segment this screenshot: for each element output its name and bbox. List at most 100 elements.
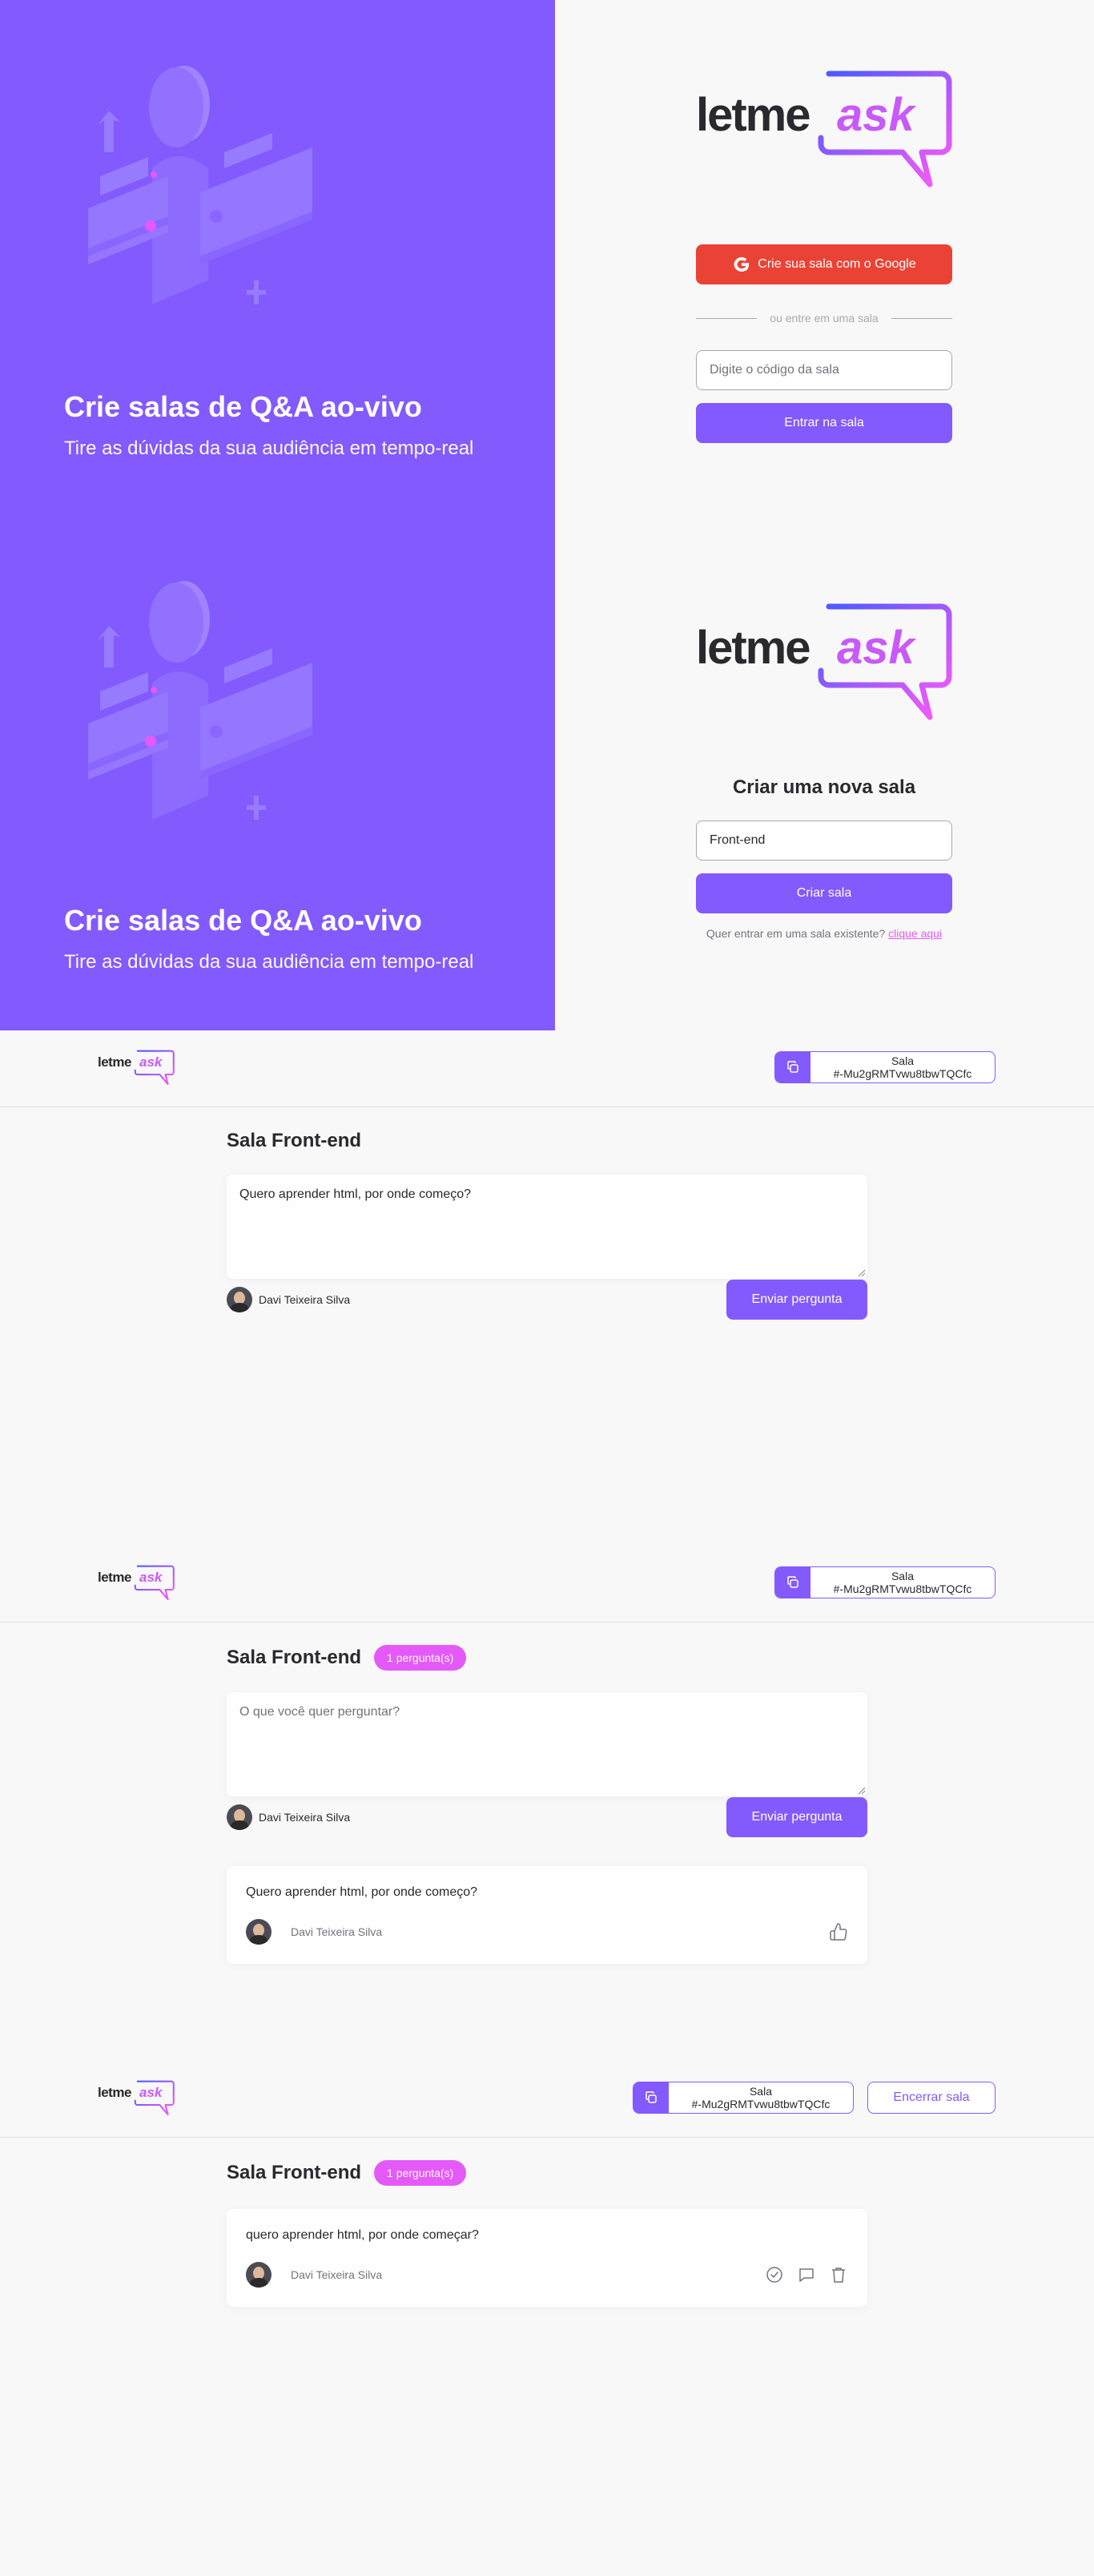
room-header: letme ask Sala #-Mu2gRMTvwu8tbwTQCfc	[0, 1546, 1094, 1623]
logo-word-ask: ask	[837, 622, 915, 674]
room-code-placeholder: Digite o código da sala	[710, 363, 839, 377]
illustration	[64, 571, 328, 876]
google-create-button[interactable]: Crie sua sala com o Google	[696, 244, 952, 284]
close-room-button[interactable]: Encerrar sala	[867, 2082, 995, 2114]
user-name: Davi Teixeira Silva	[259, 1811, 351, 1824]
question-textarea-placeholder: O que você quer perguntar?	[239, 1705, 400, 1719]
logo-word-ask: ask	[139, 1054, 163, 1070]
separator-line-right	[891, 317, 952, 319]
question-footer: Davi Teixeira Silva	[246, 1919, 848, 1945]
separator: ou entre em uma sala	[696, 308, 952, 328]
logo-word-ask: ask	[139, 2085, 163, 2100]
logo-small: letme ask	[98, 2078, 175, 2118]
room-header: letme ask Sala #-Mu2gRMTvwu8tbwTQCfc	[0, 1030, 1094, 1107]
hero-title: Crie salas de Q&A ao-vivo	[64, 904, 422, 937]
room-code-label: Sala	[891, 1570, 914, 1582]
room-code-value: #-Mu2gRMTvwu8tbwTQCfc	[833, 1582, 972, 1595]
resize-handle-icon[interactable]	[856, 1785, 866, 1795]
thumbs-up-icon[interactable]	[829, 1922, 848, 1941]
question-author: Davi Teixeira Silva	[246, 1919, 382, 1945]
hero-subtitle: Tire as dúvidas da sua audiência em temp…	[64, 951, 474, 973]
question-author: Davi Teixeira Silva	[246, 2262, 382, 2288]
room-title-row: Sala Front-end 1 pergunta(s)	[227, 1645, 467, 1671]
logo: letme ask	[696, 603, 952, 724]
illustration	[64, 56, 328, 361]
google-button-label: Crie sua sala com o Google	[758, 257, 916, 271]
send-question-button[interactable]: Enviar pergunta	[726, 1797, 867, 1837]
join-room-button[interactable]: Entrar na sala	[696, 403, 952, 443]
create-room-button[interactable]: Criar sala	[696, 873, 952, 913]
room-code-label: Sala	[891, 1054, 914, 1067]
home-screen: Crie salas de Q&A ao-vivo Tire as dúvida…	[0, 0, 1094, 515]
logo-word-ask: ask	[837, 89, 915, 141]
room-code-value: #-Mu2gRMTvwu8tbwTQCfc	[833, 1067, 972, 1080]
hero-aside: Crie salas de Q&A ao-vivo Tire as dúvida…	[0, 515, 555, 1030]
new-room-screen: Crie salas de Q&A ao-vivo Tire as dúvida…	[0, 515, 1094, 1030]
separator-label: ou entre em uma sala	[770, 312, 879, 325]
existing-room-link[interactable]: clique aqui	[888, 927, 942, 940]
google-icon	[734, 257, 750, 272]
hero-title: Crie salas de Q&A ao-vivo	[64, 390, 422, 423]
avatar	[246, 1919, 271, 1945]
question-footer: Davi Teixeira Silva	[246, 2262, 848, 2288]
hero-subtitle: Tire as dúvidas da sua audiência em temp…	[64, 437, 474, 459]
room-code-button[interactable]: Sala #-Mu2gRMTvwu8tbwTQCfc	[774, 1566, 995, 1598]
room-screen-typing: letme ask Sala #-Mu2gRMTvwu8tbwTQCfc Sala…	[0, 1030, 1094, 1546]
question-card: Quero aprender html, por onde começo? Da…	[227, 1866, 867, 1964]
create-room-label: Criar sala	[796, 886, 852, 900]
room-code-text: Sala #-Mu2gRMTvwu8tbwTQCfc	[810, 1052, 995, 1082]
join-room-label: Entrar na sala	[784, 416, 864, 429]
question-text: quero aprender html, por onde começar?	[246, 2228, 479, 2242]
hero-aside: Crie salas de Q&A ao-vivo Tire as dúvida…	[0, 0, 555, 515]
logo: letme ask	[696, 71, 952, 191]
room-title: Sala Front-end	[227, 2162, 362, 2183]
send-question-button[interactable]: Enviar pergunta	[726, 1280, 867, 1320]
logo-word-letme: letme	[696, 622, 811, 674]
room-title-row: Sala Front-end 1 pergunta(s)	[227, 2160, 467, 2186]
logo-word-letme: letme	[696, 89, 811, 141]
question-actions	[829, 1922, 848, 1941]
question-card: quero aprender html, por onde começar? D…	[227, 2209, 867, 2307]
room-title: Sala Front-end	[227, 1647, 362, 1668]
existing-room-hint: Quer entrar em uma sala existente? cliqu…	[696, 927, 952, 940]
question-textarea[interactable]: Quero aprender html, por onde começo?	[227, 1175, 867, 1279]
avatar	[246, 2262, 271, 2288]
user-name: Davi Teixeira Silva	[259, 1293, 351, 1306]
home-main: letme ask Crie sua sala com o Google ou …	[555, 0, 1094, 515]
trash-icon[interactable]	[829, 2265, 848, 2284]
logo-word-letme: letme	[98, 1054, 131, 1070]
check-circle-icon[interactable]	[765, 2265, 784, 2284]
logo-word-ask: ask	[139, 1570, 163, 1585]
resize-handle-icon[interactable]	[856, 1268, 866, 1277]
separator-line-left	[696, 317, 758, 319]
question-count-badge: 1 pergunta(s)	[374, 1645, 467, 1671]
existing-room-text: Quer entrar em uma sala existente?	[706, 927, 886, 940]
send-question-label: Enviar pergunta	[751, 1292, 843, 1306]
room-code-button[interactable]: Sala #-Mu2gRMTvwu8tbwTQCfc	[633, 2082, 854, 2114]
room-code-label: Sala	[749, 2085, 772, 2098]
room-code-input[interactable]: Digite o código da sala	[696, 350, 952, 390]
logo-small: letme ask	[98, 1048, 175, 1088]
question-text: Quero aprender html, por onde começo?	[246, 1885, 478, 1899]
question-author-name: Davi Teixeira Silva	[291, 1925, 383, 1938]
room-title-row: Sala Front-end	[227, 1130, 361, 1152]
logo-word-letme: letme	[98, 2085, 131, 2100]
room-code-button[interactable]: Sala #-Mu2gRMTvwu8tbwTQCfc	[774, 1051, 995, 1083]
room-code-text: Sala #-Mu2gRMTvwu8tbwTQCfc	[669, 2082, 853, 2113]
question-textarea-value: Quero aprender html, por onde começo?	[239, 1187, 472, 1201]
room-screen-question: letme ask Sala #-Mu2gRMTvwu8tbwTQCfc Sala…	[0, 1546, 1094, 2061]
user-info: Davi Teixeira Silva	[227, 1287, 350, 1312]
create-room-title: Criar uma nova sala	[732, 776, 916, 798]
question-textarea[interactable]: O que você quer perguntar?	[227, 1692, 867, 1796]
question-count-badge: 1 pergunta(s)	[374, 2160, 467, 2186]
room-name-input[interactable]: Front-end	[696, 820, 952, 861]
new-room-main: letme ask Criar uma nova sala Front-end …	[555, 515, 1094, 1030]
copy-icon	[775, 1567, 810, 1598]
room-code-value: #-Mu2gRMTvwu8tbwTQCfc	[691, 2098, 831, 2110]
avatar	[227, 1804, 252, 1830]
question-actions	[765, 2265, 848, 2284]
logo-word-letme: letme	[98, 1570, 131, 1585]
avatar	[227, 1287, 252, 1312]
logo-small: letme ask	[98, 1563, 175, 1603]
answer-icon[interactable]	[797, 2265, 816, 2284]
